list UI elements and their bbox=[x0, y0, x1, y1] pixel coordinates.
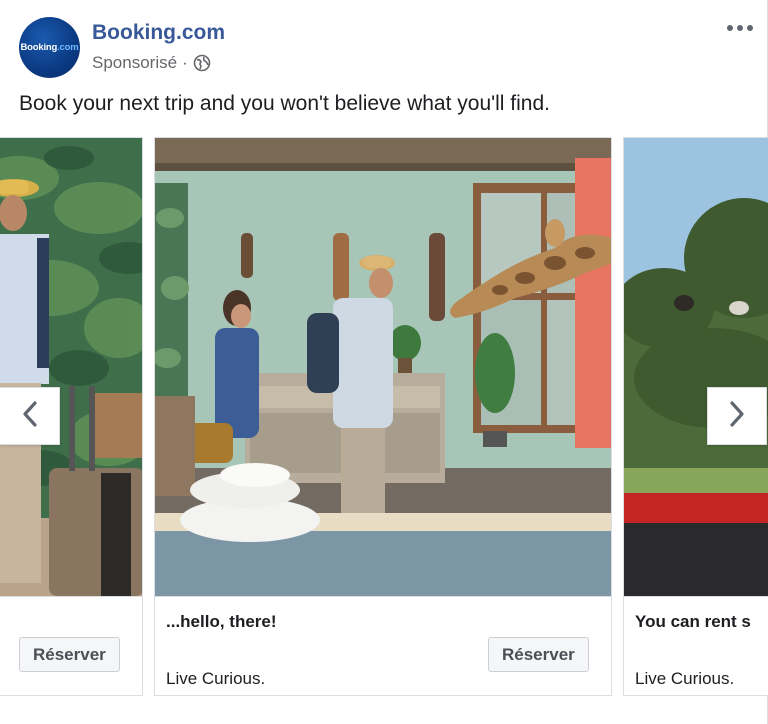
avatar-logo-text: Booking.com bbox=[20, 42, 79, 53]
sponsored-post: Booking.com Booking.com Sponsorisé · Boo… bbox=[0, 0, 768, 724]
more-options-icon[interactable] bbox=[724, 18, 756, 38]
separator-dot: · bbox=[182, 53, 188, 72]
carousel: Réserver ...hello, there! Réserver Live … bbox=[0, 137, 768, 697]
card-image-traveler-jungle[interactable] bbox=[0, 138, 142, 596]
page-name-link[interactable]: Booking.com bbox=[92, 21, 225, 45]
card-description: Live Curious. bbox=[635, 669, 735, 688]
card-footer: You can rent s Live Curious. bbox=[624, 596, 768, 695]
carousel-card-2[interactable]: ...hello, there! Réserver Live Curious. bbox=[154, 137, 612, 696]
card-footer: ...hello, there! Réserver Live Curious. bbox=[155, 596, 611, 695]
sponsored-label[interactable]: Sponsorisé bbox=[92, 53, 177, 73]
book-button[interactable]: Réserver bbox=[19, 637, 120, 672]
carousel-next-button[interactable] bbox=[707, 387, 767, 445]
chevron-right-icon bbox=[727, 400, 747, 433]
card-title[interactable]: You can rent s bbox=[635, 612, 751, 632]
card-image-safari-view[interactable] bbox=[624, 138, 768, 596]
card-description: Live Curious. bbox=[166, 669, 266, 688]
post-message: Book your next trip and you won't believ… bbox=[19, 92, 550, 115]
sponsored-row: Sponsorisé · bbox=[92, 53, 211, 73]
card-image-giraffe-room[interactable] bbox=[155, 138, 611, 596]
carousel-prev-button[interactable] bbox=[0, 387, 60, 445]
chevron-left-icon bbox=[20, 400, 40, 433]
card-title[interactable]: ...hello, there! bbox=[166, 612, 277, 632]
book-button[interactable]: Réserver bbox=[488, 637, 589, 672]
card-footer: Réserver bbox=[0, 596, 142, 695]
page-avatar[interactable]: Booking.com bbox=[19, 17, 80, 78]
globe-icon[interactable] bbox=[193, 54, 211, 72]
